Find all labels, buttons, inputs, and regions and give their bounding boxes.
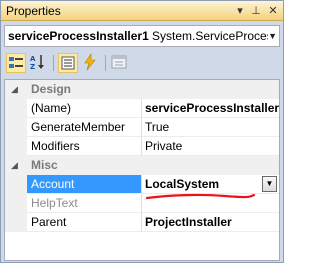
property-row-modifiers[interactable]: Modifiers Private [5, 137, 279, 156]
property-row-parent[interactable]: Parent ProjectInstaller [5, 213, 279, 232]
categorized-button[interactable] [6, 53, 26, 73]
alphabetical-button[interactable]: A Z [29, 53, 49, 73]
properties-window: Properties ▾ ⊥ ✕ serviceProcessInstaller… [0, 0, 284, 263]
property-name: Parent [31, 215, 67, 229]
selected-object-name: serviceProcessInstaller1 [8, 29, 149, 43]
property-pages-button[interactable] [110, 53, 130, 73]
categorized-icon [9, 57, 23, 68]
value-dropdown-button[interactable]: ▼ [262, 176, 277, 192]
category-misc[interactable]: ◢ Misc [5, 156, 279, 175]
collapse-icon[interactable]: ◢ [11, 160, 18, 171]
property-name: GenerateMember [31, 120, 126, 134]
property-value[interactable]: serviceProcessInstaller1 [141, 99, 279, 118]
svg-text:A: A [30, 55, 36, 63]
property-name: HelpText [31, 196, 78, 210]
red-underline-annotation [145, 193, 256, 200]
properties-icon [61, 56, 75, 70]
properties-toolbar: A Z [4, 51, 280, 75]
properties-button[interactable] [58, 53, 78, 73]
object-selector[interactable]: serviceProcessInstaller1 System.ServiceP… [4, 25, 280, 47]
property-grid: ◢ Design (Name) serviceProcessInstaller1… [4, 79, 280, 261]
toolbar-separator [53, 55, 54, 71]
property-name: Modifiers [31, 139, 80, 153]
title-bar: Properties ▾ ⊥ ✕ [1, 1, 283, 21]
close-icon[interactable]: ✕ [266, 4, 280, 18]
svg-text:Z: Z [30, 63, 35, 71]
toolbar-separator [105, 55, 106, 71]
property-name: (Name) [31, 101, 72, 115]
property-value[interactable]: ProjectInstaller [141, 213, 279, 232]
auto-hide-pin-icon[interactable]: ⊥ [249, 4, 263, 18]
property-row-name[interactable]: (Name) serviceProcessInstaller1 [5, 99, 279, 118]
category-label: Design [31, 82, 72, 96]
property-row-generatemember[interactable]: GenerateMember True [5, 118, 279, 137]
events-button[interactable] [81, 53, 101, 73]
selected-object-type: System.ServiceProcess [152, 29, 268, 43]
alphabetical-icon: A Z [30, 55, 44, 71]
property-name: Account [31, 177, 75, 191]
events-icon [84, 53, 96, 71]
collapse-icon[interactable]: ◢ [11, 84, 18, 95]
chevron-down-icon[interactable]: ▼ [268, 31, 277, 41]
property-value[interactable]: True [141, 118, 279, 137]
category-design[interactable]: ◢ Design [5, 80, 279, 99]
property-pages-icon [111, 55, 127, 69]
category-label: Misc [31, 158, 58, 172]
property-value[interactable]: Private [141, 137, 279, 156]
window-title: Properties [6, 4, 61, 18]
window-position-dropdown-icon[interactable]: ▾ [233, 4, 247, 18]
